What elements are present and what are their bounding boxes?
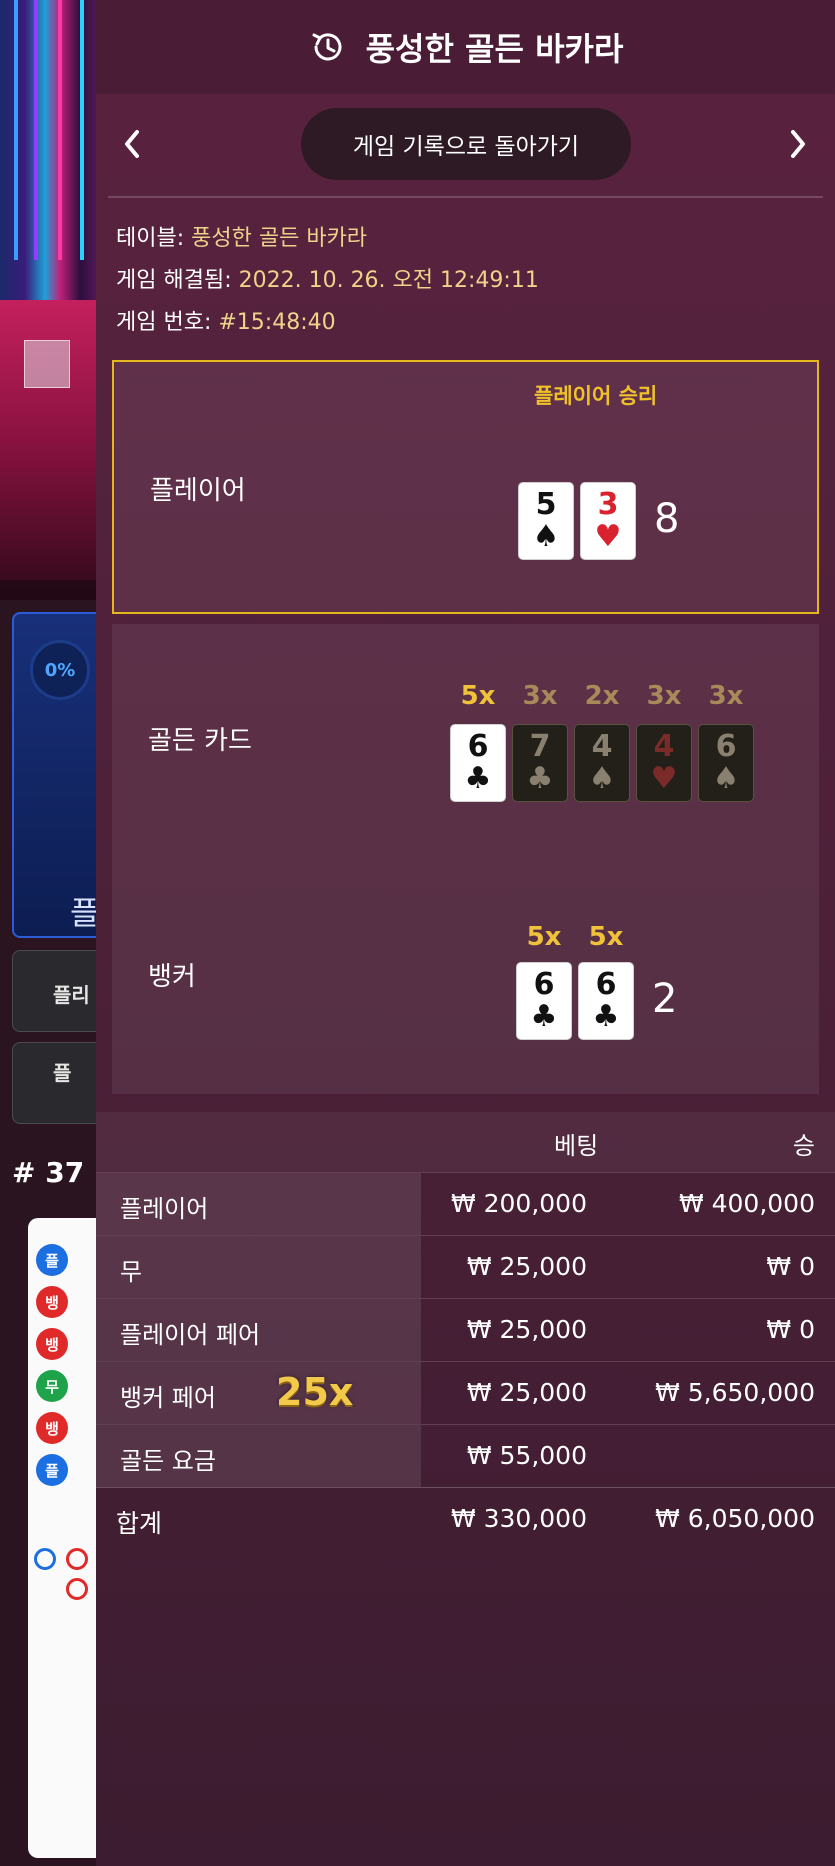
payout-multiplier-badge: 25x xyxy=(276,1370,354,1414)
table-row: 무 ₩ 25,000 ₩ 0 xyxy=(96,1235,835,1298)
golden-multiplier: 2x xyxy=(584,681,620,711)
banker-card-multiplier: 5x xyxy=(588,922,624,952)
win-amount: ₩ 0 xyxy=(766,1252,815,1281)
game-history-panel: 풍성한 골든 바카라 게임 기록으로 돌아가기 테이블: 풍성한 골든 바카라 … xyxy=(96,0,835,1866)
winner-label: 플레이어 승리 xyxy=(534,384,658,408)
column-header-bet: 베팅 xyxy=(554,1132,599,1160)
background-game-view: 0% 플 플리 플 # 37 플 뱅 뱅 무 뱅 플 xyxy=(0,0,100,1866)
bead-road: 플 뱅 뱅 무 뱅 플 xyxy=(28,1218,100,1858)
win-amount: ₩ 400,000 xyxy=(678,1189,815,1218)
table-value: 풍성한 골든 바카라 xyxy=(191,226,368,251)
golden-multiplier: 3x xyxy=(646,681,682,711)
bead-banker: 뱅 xyxy=(36,1286,68,1318)
bead-banker: 뱅 xyxy=(36,1328,68,1360)
panel-header: 풍성한 골든 바카라 xyxy=(96,0,835,94)
bet-amount: ₩ 25,000 xyxy=(466,1315,587,1344)
player-hand-box: 플레이어 승리 플레이어 5 ♠ 3 ♥ 8 xyxy=(112,360,819,614)
total-label: 합계 xyxy=(116,1509,163,1538)
table-label: 테이블: xyxy=(116,226,192,251)
table-row: 골든 요금 ₩ 55,000 xyxy=(96,1424,835,1487)
table-row: 플레이어 ₩ 200,000 ₩ 400,000 xyxy=(96,1172,835,1235)
bet-amount: ₩ 55,000 xyxy=(466,1441,587,1470)
win-amount: ₩ 5,650,000 xyxy=(655,1378,815,1407)
total-win: ₩ 6,050,000 xyxy=(655,1504,815,1533)
bet-name: 플레이어 xyxy=(120,1195,209,1223)
golden-multiplier: 3x xyxy=(522,681,558,711)
golden-card-label: 골든 카드 xyxy=(148,726,252,756)
bet-amount: ₩ 25,000 xyxy=(466,1378,587,1407)
chevron-right-icon[interactable] xyxy=(776,122,820,166)
bead-banker: 뱅 xyxy=(36,1412,68,1444)
player-card: 5 ♠ xyxy=(518,482,574,560)
golden-card: 7 ♣ xyxy=(512,724,568,802)
total-bet: ₩ 330,000 xyxy=(450,1504,587,1533)
banker-score: 2 xyxy=(652,976,678,1022)
win-amount: ₩ 0 xyxy=(766,1315,815,1344)
bead-player: 플 xyxy=(36,1244,68,1276)
golden-cards-box: 골든 카드 5x 3x 2x 3x 3x 6 ♣ 7 ♣ 4 ♠ 4 ♥ 6 ♠ xyxy=(112,624,819,874)
player-card: 3 ♥ xyxy=(580,482,636,560)
history-icon xyxy=(312,33,342,61)
game-info: 테이블: 풍성한 골든 바카라 게임 해결됨: 2022. 10. 26. 오전… xyxy=(116,218,539,344)
table-row: 플레이어 페어 ₩ 25,000 ₩ 0 xyxy=(96,1298,835,1361)
game-number-info: 게임 번호: #15:48:40 xyxy=(116,302,539,344)
bet-name: 골든 요금 xyxy=(120,1447,216,1475)
golden-multiplier: 5x xyxy=(460,681,496,711)
chevron-left-icon[interactable] xyxy=(110,122,154,166)
bet-amount: ₩ 200,000 xyxy=(450,1189,587,1218)
bets-table-header: 베팅 승 xyxy=(96,1112,835,1172)
golden-card: 6 ♣ xyxy=(450,724,506,802)
banker-label: 뱅커 xyxy=(148,962,196,992)
banker-card: 6 ♣ xyxy=(516,962,572,1040)
total-row: 합계 ₩ 330,000 ₩ 6,050,000 xyxy=(96,1487,835,1550)
table-row: 뱅커 페어 25x ₩ 25,000 ₩ 5,650,000 xyxy=(96,1361,835,1424)
back-to-history-button[interactable]: 게임 기록으로 돌아가기 xyxy=(301,108,631,180)
resolved-info: 게임 해결됨: 2022. 10. 26. 오전 12:49:11 xyxy=(116,260,539,302)
banker-hand-box: 뱅커 5x 5x 6 ♣ 6 ♣ 2 xyxy=(112,874,819,1094)
big-road-marker xyxy=(34,1548,56,1570)
golden-card: 4 ♥ xyxy=(636,724,692,802)
bead-tie: 무 xyxy=(36,1370,68,1402)
resolved-label: 게임 해결됨: xyxy=(116,268,239,293)
card-shoe xyxy=(24,340,70,388)
bet-percent-gauge: 0% xyxy=(30,640,90,700)
big-road-marker xyxy=(66,1578,88,1600)
bet-name: 뱅커 페어 xyxy=(120,1384,216,1412)
side-bet-button[interactable]: 플리 xyxy=(12,950,100,1032)
live-video-feed xyxy=(0,0,100,600)
bets-table: 베팅 승 플레이어 ₩ 200,000 ₩ 400,000 무 ₩ 25,000… xyxy=(96,1112,835,1550)
table-info: 테이블: 풍성한 골든 바카라 xyxy=(116,218,539,260)
banker-card: 6 ♣ xyxy=(578,962,634,1040)
golden-card: 4 ♠ xyxy=(574,724,630,802)
golden-multiplier: 3x xyxy=(708,681,744,711)
page-title: 풍성한 골든 바카라 xyxy=(365,30,624,68)
game-number-label: 게임 번호: xyxy=(116,310,219,335)
game-number-value: #15:48:40 xyxy=(218,310,336,335)
player-label: 플레이어 xyxy=(150,476,246,506)
divider xyxy=(108,196,823,198)
column-header-win: 승 xyxy=(792,1132,815,1160)
bet-name: 무 xyxy=(120,1258,143,1286)
resolved-value: 2022. 10. 26. 오전 12:49:11 xyxy=(238,268,539,293)
big-road-marker xyxy=(66,1548,88,1570)
bet-name: 플레이어 페어 xyxy=(120,1321,261,1349)
banker-card-multiplier: 5x xyxy=(526,922,562,952)
player-score: 8 xyxy=(654,496,680,542)
round-number: # 37 xyxy=(12,1156,85,1189)
history-navigation: 게임 기록으로 돌아가기 xyxy=(96,94,835,198)
side-bet-button-2[interactable]: 플 xyxy=(12,1042,100,1124)
bet-amount: ₩ 25,000 xyxy=(466,1252,587,1281)
bead-player: 플 xyxy=(36,1454,68,1486)
golden-card: 6 ♠ xyxy=(698,724,754,802)
